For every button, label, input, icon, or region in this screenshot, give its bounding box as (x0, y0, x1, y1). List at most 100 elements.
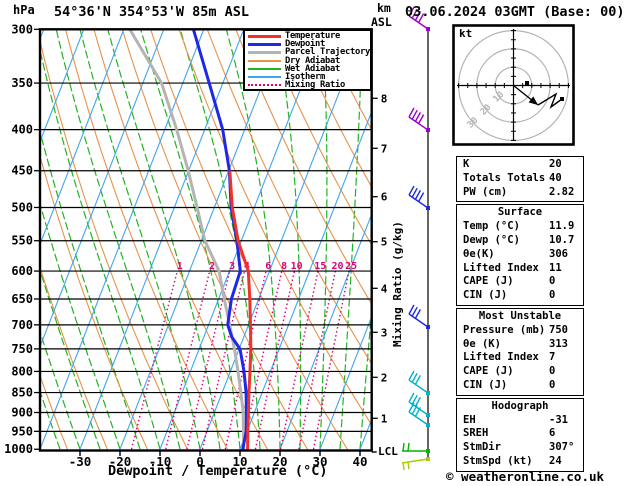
km-tick-label: 7 (381, 142, 388, 155)
wind-barb-feather (402, 442, 405, 452)
skewt-chart-svg: 1 2 3 4 6 8 10 15 20 2530035040045050055060065070… (0, 0, 450, 486)
wind-barb-base-marker (426, 325, 430, 329)
altitude-axis-unit-asl: ASL (371, 15, 392, 29)
table-row: Dewp (°C) 10.7 (457, 234, 583, 248)
pressure-tick-label: 300 (11, 22, 33, 36)
table-row-label: Lifted Index (463, 261, 539, 274)
table-row-value: 11.9 (549, 220, 575, 233)
table-row-value: 6 (549, 427, 556, 440)
hodograph-svg: 102030 (452, 24, 575, 146)
table-row-value: 0 (549, 289, 556, 302)
pressure-tick-label: 1000 (4, 442, 33, 456)
table-row-value: 40 (549, 171, 562, 184)
pressure-tick-label: 450 (11, 164, 33, 178)
indices-panels: K 20 Totals Totals 40 PW (cm) 2.82 Surface Temp… (456, 156, 584, 474)
km-tick-label: 4 (381, 282, 388, 295)
table-row-label: Dewp (°C) (463, 233, 520, 246)
temp-tick-label: -30 (69, 454, 92, 469)
panel-header: Surface (497, 206, 543, 219)
table-row: SREH 6 (457, 427, 583, 441)
table-row: CIN (J) 0 (457, 289, 583, 303)
table-row-label: θe(K) (463, 247, 495, 260)
table-row-value: 306 (549, 247, 568, 260)
mixing-ratio-value-label: 20 (331, 261, 343, 272)
table-row-value: 0 (549, 275, 556, 288)
pressure-tick-label: 850 (11, 386, 33, 400)
indices-panel: Most Unstable Pressure (mb) 750 θe (K) 313 Li… (456, 307, 584, 396)
wind-barb-feather (407, 462, 410, 470)
legend-swatch-line (248, 50, 281, 54)
mixing-ratio-value-label: 15 (314, 261, 326, 272)
km-tick-label: 6 (381, 191, 388, 204)
page-title: 54°36'N 354°53'W 85m ASL (54, 4, 250, 20)
table-row-label: CIN (J) (463, 289, 508, 302)
table-row-label: Totals Totals (463, 171, 546, 184)
sounding-page: 1 2 3 4 6 8 10 15 20 25 300 350 400 450 500 550 600 650 70… (0, 0, 629, 486)
mixing-ratio-value-label: 6 (265, 261, 271, 272)
table-row: PW (cm) 2.82 (457, 186, 583, 200)
table-row: Lifted Index 7 (457, 351, 583, 365)
table-row-label: θe (K) (463, 337, 501, 350)
table-row-value: 0 (549, 378, 556, 391)
mixing-ratio-value-label: 25 (345, 261, 357, 272)
legend-item: Mixing Ratio (248, 80, 370, 91)
wind-barb-base-marker (426, 206, 430, 210)
pressure-tick-label: 650 (11, 292, 33, 306)
table-row-label: PW (cm) (463, 185, 508, 198)
pressure-axis-unit: hPa (13, 3, 35, 17)
panel-header: Hodograph (491, 399, 549, 412)
legend-swatch-dotted (248, 84, 281, 87)
pressure-tick-label: 500 (11, 200, 33, 214)
wind-barb-base-marker (426, 423, 430, 427)
table-row-label: StmSpd (kt) (463, 454, 533, 467)
table-row-label: SREH (463, 427, 489, 440)
legend-swatch-line (248, 34, 281, 38)
table-row-label: Temp (°C) (463, 220, 520, 233)
table-row-value: 11 (549, 261, 562, 274)
table-row-value: 2.82 (549, 185, 575, 198)
table-row: Pressure (mb) 750 (457, 324, 583, 338)
x-axis-label: Dewpoint / Temperature (°C) (108, 463, 328, 479)
table-row: CIN (J) 0 (457, 379, 583, 393)
hodograph-unit-label: kt (459, 27, 473, 40)
wind-barb-base-marker (426, 457, 430, 461)
table-row-value: 24 (549, 454, 562, 467)
table-row-label: EH (463, 413, 476, 426)
table-row-value: 7 (549, 351, 556, 364)
wind-barb-base-marker (426, 413, 430, 417)
legend-label: Mixing Ratio (285, 80, 345, 91)
table-row-value: 0 (549, 365, 556, 378)
indices-panel: Surface Temp (°C) 11.9 Dewp (°C) 10.7 θe(K) 30… (456, 204, 584, 306)
pressure-tick-label: 750 (11, 342, 33, 356)
table-row-label: Pressure (mb) (463, 323, 546, 336)
km-tick-label: 8 (381, 92, 388, 105)
table-row-label: CAPE (J) (463, 365, 514, 378)
legend-swatch-line (248, 42, 281, 46)
table-row: EH -31 (457, 414, 583, 428)
hodograph-point-marker (525, 81, 529, 85)
table-row-label: Lifted Index (463, 351, 539, 364)
table-row: θe(K) 306 (457, 248, 583, 262)
indices-panel: K 20 Totals Totals 40 PW (cm) 2.82 (456, 156, 584, 203)
mixing-ratio-axis-label: Mixing Ratio (g/kg) (391, 221, 404, 347)
pressure-tick-label: 800 (11, 364, 33, 378)
table-row: Totals Totals 40 (457, 172, 583, 186)
indices-panel: Hodograph EH -31 SREH 6 StmDir 307° StmSpd (kt)… (456, 397, 584, 472)
wind-barb-base-marker (426, 391, 430, 395)
wind-barb-feather (407, 442, 410, 452)
km-tick-label: 2 (381, 371, 388, 384)
wind-barb-base-marker (426, 128, 430, 132)
mixing-ratio-value-label: 10 (291, 261, 303, 272)
table-row-label: StmDir (463, 441, 501, 454)
pressure-tick-label: 550 (11, 234, 33, 248)
table-row: Lifted Index 11 (457, 262, 583, 276)
table-row: θe (K) 313 (457, 338, 583, 352)
table-row-value: 313 (549, 337, 568, 350)
lcl-label: LCL (378, 445, 398, 458)
legend-swatch-line (248, 59, 281, 62)
datetime-title: 03.06.2024 03GMT (Base: 00) (405, 4, 625, 20)
pressure-tick-label: 900 (11, 405, 33, 419)
pressure-tick-label: 350 (11, 76, 33, 90)
table-row: StmSpd (kt) 24 (457, 455, 583, 469)
hodograph-point-marker (560, 97, 564, 101)
